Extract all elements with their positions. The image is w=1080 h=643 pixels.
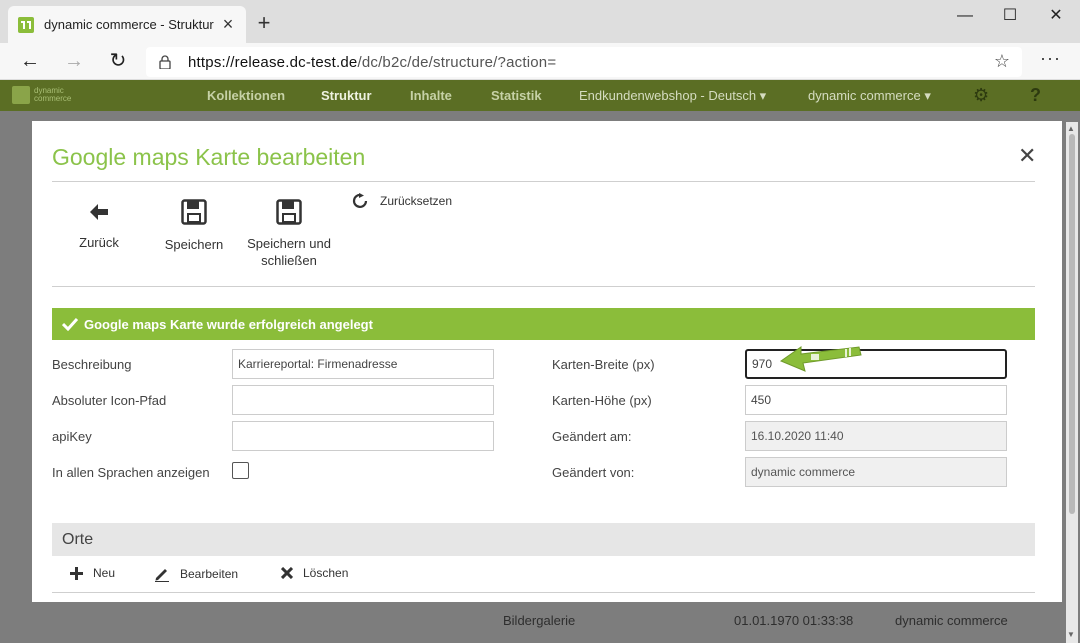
browser-menu-icon[interactable]: ··· <box>1040 48 1061 69</box>
delete-location-button[interactable]: Löschen <box>281 566 348 580</box>
plus-icon <box>70 566 83 580</box>
browser-tab-bar: dynamic commerce - Struktur × + — ☐ ✕ <box>0 0 1080 43</box>
scroll-down-icon[interactable]: ▼ <box>1067 630 1075 639</box>
divider <box>52 286 1035 287</box>
new-location-button[interactable]: Neu <box>70 566 115 580</box>
success-message: Google maps Karte wurde erfolgreich ange… <box>84 316 373 332</box>
back-button[interactable]: Zurück <box>72 201 126 250</box>
reset-button[interactable]: Zurücksetzen <box>352 193 452 209</box>
url-input[interactable]: https://release.dc-test.de/dc/b2c/de/str… <box>146 47 1022 77</box>
success-banner: Google maps Karte wurde erfolgreich ange… <box>52 308 1035 340</box>
changed-at-field <box>745 421 1007 451</box>
orte-title: Orte <box>62 530 94 548</box>
browser-tab[interactable]: dynamic commerce - Struktur × <box>8 6 246 43</box>
save-and-close-button[interactable]: Speichern und schließen <box>247 199 331 269</box>
save-disk-icon <box>181 199 207 225</box>
apikey-input[interactable] <box>232 421 494 451</box>
url-path: /dc/b2c/de/structure/?action= <box>357 53 557 71</box>
description-input[interactable] <box>232 349 494 379</box>
maximize-icon[interactable]: ☐ <box>987 4 1033 28</box>
modal-close-icon[interactable]: ✕ <box>1018 143 1036 169</box>
lock-icon <box>159 55 171 69</box>
pencil-icon <box>155 569 169 582</box>
url-text: https://release.dc-test.de/dc/b2c/de/str… <box>188 54 556 71</box>
logo-text-line2: commerce <box>34 94 72 103</box>
nav-kollektionen[interactable]: Kollektionen <box>207 88 285 103</box>
back-arrow-icon[interactable]: ← <box>18 49 42 73</box>
url-host: https://release.dc-test.de <box>188 53 358 71</box>
app-header: dynamic commerce Kollektionen Struktur I… <box>0 80 1080 111</box>
user-select[interactable]: dynamic commerce <box>808 88 931 104</box>
reset-rotate-icon <box>352 193 368 208</box>
all-languages-checkbox[interactable] <box>232 462 249 479</box>
window-close-icon[interactable]: ✕ <box>1033 4 1079 28</box>
annotation-arrow-icon <box>779 346 862 372</box>
site-favicon-icon <box>18 16 34 33</box>
minimize-icon[interactable]: — <box>942 4 988 28</box>
divider <box>52 181 1035 182</box>
nav-inhalte[interactable]: Inhalte <box>410 88 452 103</box>
address-bar: ← → ↻ https://release.dc-test.de/dc/b2c/… <box>0 43 1080 80</box>
new-tab-icon[interactable]: + <box>254 10 274 36</box>
reset-label: Zurücksetzen <box>380 194 453 208</box>
scroll-thumb[interactable] <box>1069 134 1075 514</box>
background-row-name: Bildergalerie <box>503 613 576 628</box>
apikey-label: apiKey <box>52 429 92 444</box>
reload-icon[interactable]: ↻ <box>106 49 130 73</box>
save-button[interactable]: Speichern <box>164 199 224 252</box>
save-disk-icon <box>276 199 302 225</box>
back-label: Zurück <box>79 235 119 250</box>
changed-at-label: Geändert am: <box>552 429 632 444</box>
page-scrollbar[interactable]: ▲ ▼ <box>1066 122 1078 643</box>
divider <box>52 592 1035 593</box>
all-languages-label: In allen Sprachen anzeigen <box>52 465 210 480</box>
check-icon <box>62 317 78 331</box>
shop-select[interactable]: Endkundenwebshop - Deutsch <box>579 88 766 104</box>
modal-title: Google maps Karte bearbeiten <box>52 144 366 170</box>
back-arrow-icon <box>90 204 108 220</box>
favorite-star-icon[interactable]: ☆ <box>994 51 1010 72</box>
icon-path-input[interactable] <box>232 385 494 415</box>
tab-close-icon[interactable]: × <box>220 14 236 35</box>
edit-modal: Google maps Karte bearbeiten ✕ Zurück Sp… <box>32 121 1062 602</box>
icon-path-label: Absoluter Icon-Pfad <box>52 393 167 408</box>
edit-location-button[interactable]: Bearbeiten <box>154 566 238 582</box>
nav-struktur[interactable]: Struktur <box>321 88 372 103</box>
changed-by-field <box>745 457 1007 487</box>
new-label: Neu <box>93 566 116 580</box>
orte-section-header: Orte <box>52 523 1035 556</box>
app-logo-icon <box>12 86 30 104</box>
map-height-input[interactable] <box>745 385 1007 415</box>
save-label: Speichern <box>164 237 224 252</box>
delete-label: Löschen <box>303 566 349 580</box>
description-label: Beschreibung <box>52 357 132 372</box>
forward-arrow-icon[interactable]: → <box>62 49 86 73</box>
delete-x-icon <box>281 567 293 579</box>
edit-label: Bearbeiten <box>180 567 239 581</box>
map-width-label: Karten-Breite (px) <box>552 357 655 372</box>
settings-gear-icon[interactable]: ⚙ <box>973 85 989 106</box>
nav-statistik[interactable]: Statistik <box>491 88 542 103</box>
app-logo: dynamic commerce <box>12 86 71 104</box>
scroll-up-icon[interactable]: ▲ <box>1067 124 1075 133</box>
help-icon[interactable]: ? <box>1030 85 1041 106</box>
background-row-user: dynamic commerce <box>895 613 1008 628</box>
save-and-close-label: Speichern und schließen <box>247 236 331 268</box>
background-row-date: 01.01.1970 01:33:38 <box>734 613 854 628</box>
tab-title: dynamic commerce - Struktur <box>44 17 214 32</box>
map-height-label: Karten-Höhe (px) <box>552 393 652 408</box>
changed-by-label: Geändert von: <box>552 465 635 480</box>
